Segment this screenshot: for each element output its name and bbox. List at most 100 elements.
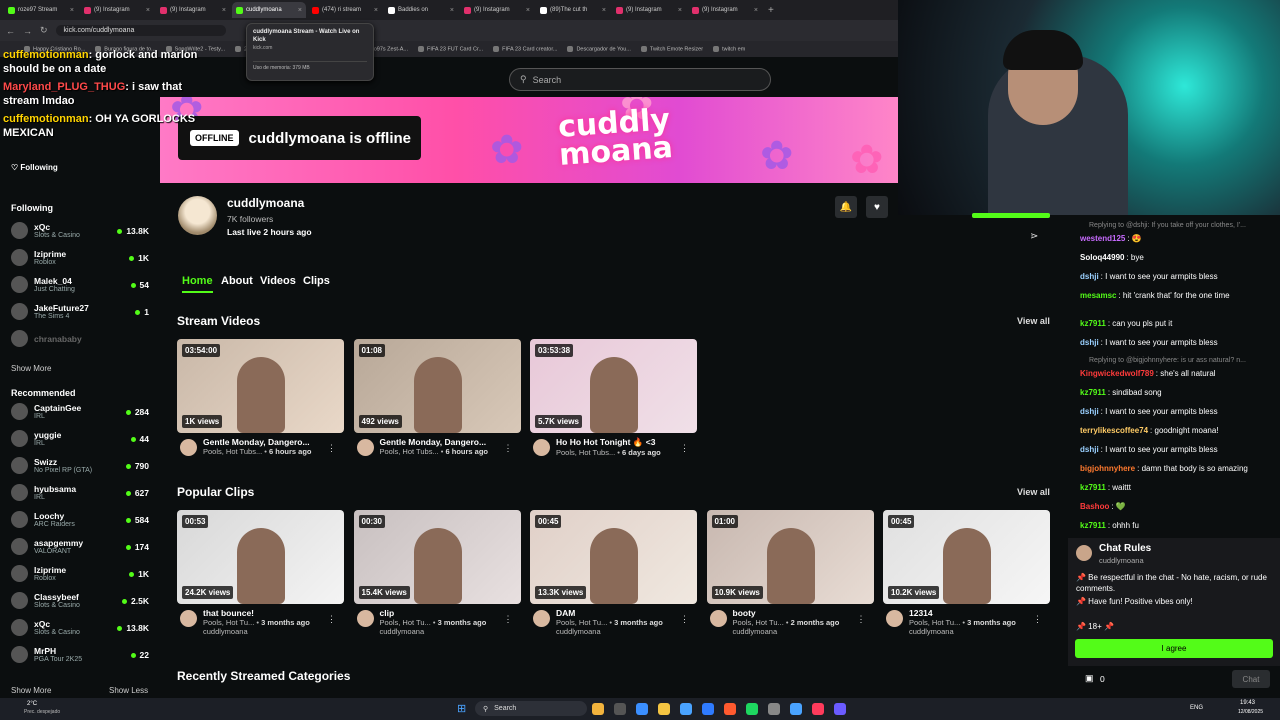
clip-channel[interactable]: cuddlymoana bbox=[380, 627, 487, 636]
video-title[interactable]: Gentle Monday, Dangero... bbox=[203, 437, 312, 447]
sidebar-channel-item[interactable]: Swizz No Pixel RP (GTA) 790 bbox=[0, 452, 158, 479]
chat-username[interactable]: Kingwickedwolf789 bbox=[1080, 369, 1154, 378]
clip-channel[interactable]: cuddlymoana bbox=[203, 627, 310, 636]
browser-tab[interactable]: cuddlymoana × bbox=[232, 2, 306, 18]
share-icon[interactable]: ⋗ bbox=[1030, 231, 1038, 242]
channel-avatar[interactable] bbox=[178, 196, 217, 235]
video-category[interactable]: Pools, Hot Tubs... bbox=[203, 447, 262, 456]
sidebar-channel-item[interactable]: JakeFuture27 The Sims 4 1 bbox=[0, 298, 158, 325]
browser-tab[interactable]: (474) ri stream × bbox=[308, 2, 382, 18]
chat-username[interactable]: bigjohnnyhere bbox=[1080, 464, 1135, 473]
show-less-recommended[interactable]: Show Less bbox=[98, 686, 148, 695]
video-thumbnail[interactable]: 00:45 10.2K views bbox=[883, 510, 1050, 604]
video-title[interactable]: that bounce! bbox=[203, 608, 310, 618]
video-card[interactable]: 01:08 492 views Gentle Monday, Dangero... P… bbox=[353, 339, 521, 456]
notification-button[interactable]: 🔔 bbox=[835, 196, 857, 218]
video-title[interactable]: Ho Ho Hot Tonight 🔥 <3 bbox=[556, 437, 661, 448]
video-card[interactable]: 03:53:38 5.7K views Ho Ho Hot Tonight 🔥 <3… bbox=[530, 339, 697, 457]
video-category[interactable]: Pools, Hot Tu... bbox=[556, 618, 607, 627]
close-icon[interactable]: × bbox=[754, 7, 758, 14]
tab-videos[interactable]: Videos bbox=[260, 275, 296, 287]
video-title[interactable]: DAM bbox=[556, 608, 663, 618]
close-icon[interactable]: × bbox=[602, 7, 606, 14]
bookmark-item[interactable]: twitch em bbox=[713, 46, 745, 52]
video-thumbnail[interactable]: 00:53 24.2K views bbox=[177, 510, 344, 604]
sidebar-channel-item[interactable]: asapgemmy VALORANT 174 bbox=[0, 533, 158, 560]
sidebar-channel-item[interactable]: Loochy ARC Raiders 584 bbox=[0, 506, 158, 533]
chat-username[interactable]: dshji bbox=[1080, 272, 1099, 281]
video-thumbnail[interactable]: 03:54:00 1K views bbox=[177, 339, 344, 433]
chat-username[interactable]: kz7911 bbox=[1080, 388, 1106, 397]
taskbar-app-icon[interactable] bbox=[592, 703, 604, 715]
taskbar-app-icon[interactable] bbox=[614, 703, 626, 715]
more-options-icon[interactable]: ⋮ bbox=[327, 614, 336, 625]
video-thumbnail[interactable]: 00:30 15.4K views bbox=[353, 510, 521, 604]
sidebar-channel-item[interactable]: Malek_04 Just Chatting 54 bbox=[0, 271, 158, 298]
taskbar-app-icon[interactable] bbox=[834, 703, 846, 715]
video-card[interactable]: 00:30 15.4K views clip Pools, Hot Tu... • 3… bbox=[353, 510, 521, 636]
tab-clips[interactable]: Clips bbox=[303, 275, 330, 287]
more-options-icon[interactable]: ⋮ bbox=[1033, 614, 1042, 625]
more-options-icon[interactable]: ⋮ bbox=[857, 614, 866, 625]
close-icon[interactable]: × bbox=[450, 7, 454, 14]
sidebar-channel-item[interactable]: xQc Slots & Casino 13.8K bbox=[0, 217, 158, 244]
sidebar-following-link[interactable]: ♡ Following bbox=[0, 163, 58, 172]
taskbar-app-icon[interactable] bbox=[812, 703, 824, 715]
video-category[interactable]: Pools, Hot Tu... bbox=[733, 618, 784, 627]
video-category[interactable]: Pools, Hot Tubs... bbox=[380, 447, 439, 456]
tab-home[interactable]: Home bbox=[182, 275, 213, 293]
close-icon[interactable]: × bbox=[298, 7, 302, 14]
close-icon[interactable]: × bbox=[70, 7, 74, 14]
more-options-icon[interactable]: ⋮ bbox=[504, 443, 513, 454]
tab-about[interactable]: About bbox=[221, 275, 253, 287]
show-more-recommended[interactable]: Show More bbox=[0, 686, 51, 695]
language-indicator[interactable]: ENG bbox=[1190, 705, 1203, 711]
close-icon[interactable]: × bbox=[146, 7, 150, 14]
follow-heart-button[interactable]: ♥ bbox=[866, 196, 888, 218]
sidebar-channel-item[interactable]: yuggie IRL 44 bbox=[0, 425, 158, 452]
chat-username[interactable]: westend125 bbox=[1080, 234, 1125, 243]
video-card[interactable]: 00:53 24.2K views that bounce! Pools, Hot T… bbox=[177, 510, 344, 636]
taskbar-app-icon[interactable] bbox=[702, 703, 714, 715]
sidebar-channel-item[interactable]: CaptainGee IRL 284 bbox=[0, 398, 158, 425]
video-thumbnail[interactable]: 01:08 492 views bbox=[353, 339, 521, 433]
chat-username[interactable]: dshji bbox=[1080, 445, 1099, 454]
video-title[interactable]: 12314 bbox=[909, 608, 1016, 618]
weather-temp[interactable]: 2°C bbox=[27, 701, 37, 707]
more-options-icon[interactable]: ⋮ bbox=[504, 614, 513, 625]
clip-channel[interactable]: cuddlymoana bbox=[909, 627, 1016, 636]
browser-tab[interactable]: (9) Instagram × bbox=[460, 2, 534, 18]
clip-channel[interactable]: cuddlymoana bbox=[556, 627, 663, 636]
back-icon[interactable]: ← bbox=[6, 26, 15, 36]
sidebar-channel-item[interactable]: chranababy bbox=[0, 325, 158, 352]
clip-channel[interactable]: cuddlymoana bbox=[733, 627, 840, 636]
browser-tab[interactable]: (9) Instagram × bbox=[688, 2, 762, 18]
follow-button-edge[interactable] bbox=[972, 213, 1050, 218]
video-thumbnail[interactable]: 03:53:38 5.7K views bbox=[530, 339, 697, 433]
sidebar-channel-item[interactable]: Iziprime Roblox 1K bbox=[0, 244, 158, 271]
close-icon[interactable]: × bbox=[678, 7, 682, 14]
video-card[interactable]: 00:45 13.3K views DAM Pools, Hot Tu... • 3 … bbox=[530, 510, 697, 636]
chat-username[interactable]: kz7911 bbox=[1080, 319, 1106, 328]
taskbar-app-icon[interactable] bbox=[658, 703, 670, 715]
windows-start-icon[interactable]: ⊞ bbox=[457, 702, 466, 715]
popular-clips-view-all[interactable]: View all bbox=[1017, 487, 1050, 497]
bookmark-item[interactable]: Descargador de You... bbox=[567, 46, 630, 52]
video-thumbnail[interactable]: 01:00 10.9K views bbox=[706, 510, 874, 604]
browser-tab[interactable]: Baddies on × bbox=[384, 2, 458, 18]
close-icon[interactable]: × bbox=[526, 7, 530, 14]
video-category[interactable]: Pools, Hot Tu... bbox=[380, 618, 431, 627]
points-icon[interactable]: ▣ bbox=[1085, 673, 1094, 684]
show-more-following[interactable]: Show More bbox=[0, 364, 51, 373]
sidebar-channel-item[interactable]: hyubsama IRL 627 bbox=[0, 479, 158, 506]
forward-icon[interactable]: → bbox=[23, 26, 32, 36]
sidebar-channel-item[interactable]: Classybeef Slots & Casino 2.5K bbox=[0, 587, 158, 614]
chat-send-button[interactable]: Chat bbox=[1232, 670, 1270, 688]
clock-time[interactable]: 19:43 bbox=[1240, 700, 1255, 706]
browser-tab[interactable]: roze97 Stream × bbox=[4, 2, 78, 18]
browser-tab[interactable]: (89)The cut th × bbox=[536, 2, 610, 18]
chat-username[interactable]: Soloq44990 bbox=[1080, 253, 1124, 262]
video-category[interactable]: Pools, Hot Tu... bbox=[909, 618, 960, 627]
chat-username[interactable]: Bashoo bbox=[1080, 502, 1109, 511]
chat-username[interactable]: mesamsc bbox=[1080, 291, 1116, 300]
